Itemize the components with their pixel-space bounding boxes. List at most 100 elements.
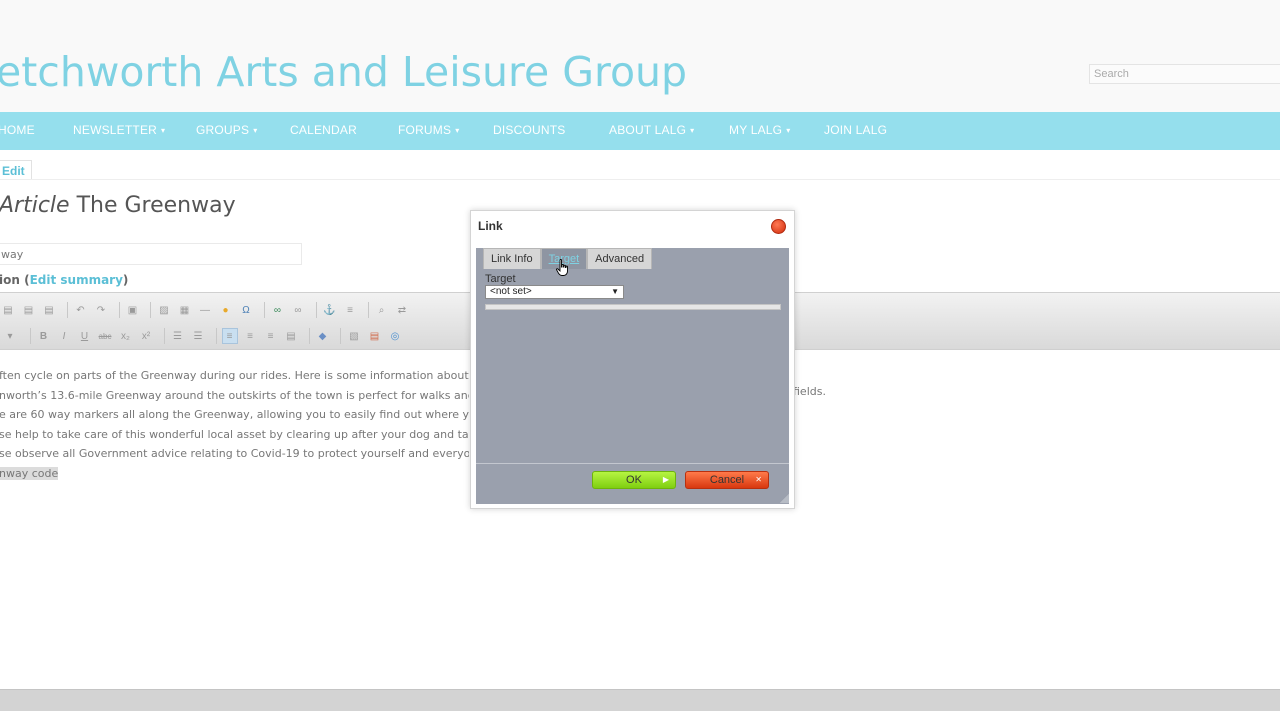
bold-icon[interactable]: B bbox=[36, 328, 52, 344]
toolbar-separator bbox=[308, 328, 310, 344]
editor-line-tail: fields. bbox=[793, 385, 826, 398]
target-panel: Target <not set> ▼ bbox=[476, 269, 789, 463]
link-dialog: Link Link Info Target Advanced Target <n… bbox=[470, 210, 795, 509]
maximize-icon[interactable]: ◎ bbox=[387, 328, 403, 344]
toolbar-separator bbox=[66, 302, 68, 318]
paste-text-icon[interactable]: ▤ bbox=[21, 302, 37, 318]
nav-item-about-lalg[interactable]: ABOUT LALG ▾ bbox=[609, 123, 694, 137]
page-title-type: Article bbox=[0, 193, 70, 218]
search-input[interactable]: Search bbox=[1089, 64, 1280, 84]
site-header: etchworth Arts and Leisure Group Search bbox=[0, 0, 1280, 112]
nav-item-my-lalg[interactable]: MY LALG ▾ bbox=[729, 123, 790, 137]
editor-line: se help to take care of this wonderful l… bbox=[0, 427, 469, 441]
format-dropdown-icon[interactable]: ▾ bbox=[0, 328, 20, 344]
select-all-icon[interactable]: ▣ bbox=[125, 302, 141, 318]
toolbar-separator bbox=[29, 328, 31, 344]
toolbar-separator bbox=[315, 302, 317, 318]
unlink-icon[interactable]: ∞ bbox=[290, 302, 306, 318]
toolbar-separator bbox=[163, 328, 165, 344]
nav-item-label: JOIN LALG bbox=[824, 123, 888, 137]
resize-handle[interactable] bbox=[780, 494, 789, 503]
indent-icon[interactable]: ≡ bbox=[342, 302, 358, 318]
editor-line: nway code bbox=[0, 464, 469, 484]
page-title: Article The Greenway bbox=[0, 193, 236, 218]
nav-item-join-lalg[interactable]: JOIN LALG bbox=[824, 123, 887, 137]
dialog-title: Link bbox=[478, 219, 503, 233]
ok-button-label: OK bbox=[626, 474, 642, 486]
toolbar-separator bbox=[340, 328, 341, 344]
paste-word-icon[interactable]: ▤ bbox=[41, 302, 57, 318]
image-icon[interactable]: ▨ bbox=[156, 302, 172, 318]
target-select[interactable]: <not set> ▼ bbox=[485, 285, 624, 299]
nav-item-calendar[interactable]: CALENDAR bbox=[290, 123, 357, 137]
tab-link-info[interactable]: Link Info bbox=[483, 248, 541, 269]
revision-info: ion (Edit summary) bbox=[0, 273, 128, 287]
anchor-icon[interactable]: ⚓ bbox=[322, 302, 338, 318]
revision-suffix: ) bbox=[122, 273, 129, 287]
bullet-list-icon[interactable]: ☰ bbox=[190, 328, 206, 344]
special-char-icon[interactable]: Ω bbox=[238, 302, 254, 318]
align-right-icon[interactable]: ≡ bbox=[263, 328, 279, 344]
toolbar-separator bbox=[150, 302, 151, 318]
close-small-icon: ✕ bbox=[755, 475, 762, 484]
eraser-icon[interactable]: ◆ bbox=[315, 328, 331, 344]
site-title[interactable]: etchworth Arts and Leisure Group bbox=[0, 48, 687, 96]
align-left-icon[interactable]: ≡ bbox=[221, 328, 238, 344]
chevron-down-icon: ▾ bbox=[161, 126, 166, 135]
toolbar-separator bbox=[263, 302, 265, 318]
nav-item-label: GROUPS bbox=[196, 123, 250, 137]
edit-summary-link[interactable]: Edit summary bbox=[30, 273, 123, 287]
nav-item-groups[interactable]: GROUPS ▾ bbox=[196, 123, 257, 137]
ok-button[interactable]: OK ▶ bbox=[592, 471, 676, 489]
link-icon[interactable]: ∞ bbox=[270, 302, 286, 318]
subscript-icon[interactable]: x₂ bbox=[118, 328, 134, 344]
target-label: Target bbox=[485, 273, 516, 285]
find-icon[interactable]: ⌕ bbox=[374, 302, 390, 318]
nav-item-label: MY LALG bbox=[729, 123, 783, 137]
chevron-down-icon: ▾ bbox=[690, 126, 695, 135]
toolbar-separator bbox=[215, 328, 217, 344]
editor-status-bar bbox=[0, 689, 1280, 711]
nav-item-newsletter[interactable]: NEWSLETTER ▾ bbox=[73, 123, 165, 137]
cancel-button[interactable]: Cancel ✕ bbox=[685, 471, 769, 489]
table-icon[interactable]: ▦ bbox=[177, 302, 193, 318]
italic-icon[interactable]: I bbox=[56, 328, 72, 344]
hand-cursor-icon bbox=[556, 259, 568, 276]
toolbar-separator bbox=[367, 302, 369, 318]
nav-item-forums[interactable]: FORUMS ▾ bbox=[398, 123, 459, 137]
horizontal-rule-icon[interactable]: ― bbox=[197, 302, 213, 318]
tab-divider bbox=[0, 179, 1280, 180]
nav-item-label: HOME bbox=[0, 123, 35, 137]
redo-icon[interactable]: ↷ bbox=[93, 302, 109, 318]
title-field[interactable]: way bbox=[0, 243, 302, 265]
arrow-right-icon: ▶ bbox=[662, 475, 669, 484]
tab-edit[interactable]: Edit bbox=[0, 160, 32, 180]
undo-icon[interactable]: ↶ bbox=[73, 302, 89, 318]
strikethrough-icon[interactable]: abc bbox=[97, 328, 113, 344]
editor-line: ften cycle on parts of the Greenway duri… bbox=[0, 369, 469, 382]
smiley-icon[interactable]: ● bbox=[218, 302, 234, 318]
nav-item-label: DISCOUNTS bbox=[493, 123, 566, 137]
nav-item-label: NEWSLETTER bbox=[73, 123, 158, 137]
templates-icon[interactable]: ▤ bbox=[367, 328, 383, 344]
align-justify-icon[interactable]: ▤ bbox=[283, 328, 299, 344]
selected-link-text[interactable]: nway code bbox=[0, 466, 59, 480]
nav-item-label: FORUMS bbox=[398, 123, 452, 137]
toolbar-separator bbox=[118, 302, 120, 318]
superscript-icon[interactable]: x² bbox=[138, 328, 154, 344]
nav-item-discounts[interactable]: DISCOUNTS bbox=[493, 123, 565, 137]
editor-content[interactable]: ften cycle on parts of the Greenway duri… bbox=[0, 366, 469, 483]
tab-advanced[interactable]: Advanced bbox=[587, 248, 653, 269]
close-icon[interactable] bbox=[771, 219, 786, 234]
underline-icon[interactable]: U bbox=[77, 328, 93, 344]
source-icon[interactable]: ▧ bbox=[346, 328, 362, 344]
cancel-button-label: Cancel bbox=[709, 474, 745, 486]
dialog-body: Link Info Target Advanced Target <not se… bbox=[476, 248, 789, 504]
numbered-list-icon[interactable]: ☰ bbox=[170, 328, 186, 344]
paste-icon[interactable]: ▤ bbox=[0, 302, 16, 318]
replace-icon[interactable]: ⇄ bbox=[394, 302, 410, 318]
chevron-down-icon: ▼ bbox=[611, 287, 619, 296]
nav-item-home[interactable]: HOME bbox=[0, 123, 35, 137]
chevron-down-icon: ▾ bbox=[455, 126, 460, 135]
align-center-icon[interactable]: ≡ bbox=[242, 328, 258, 344]
